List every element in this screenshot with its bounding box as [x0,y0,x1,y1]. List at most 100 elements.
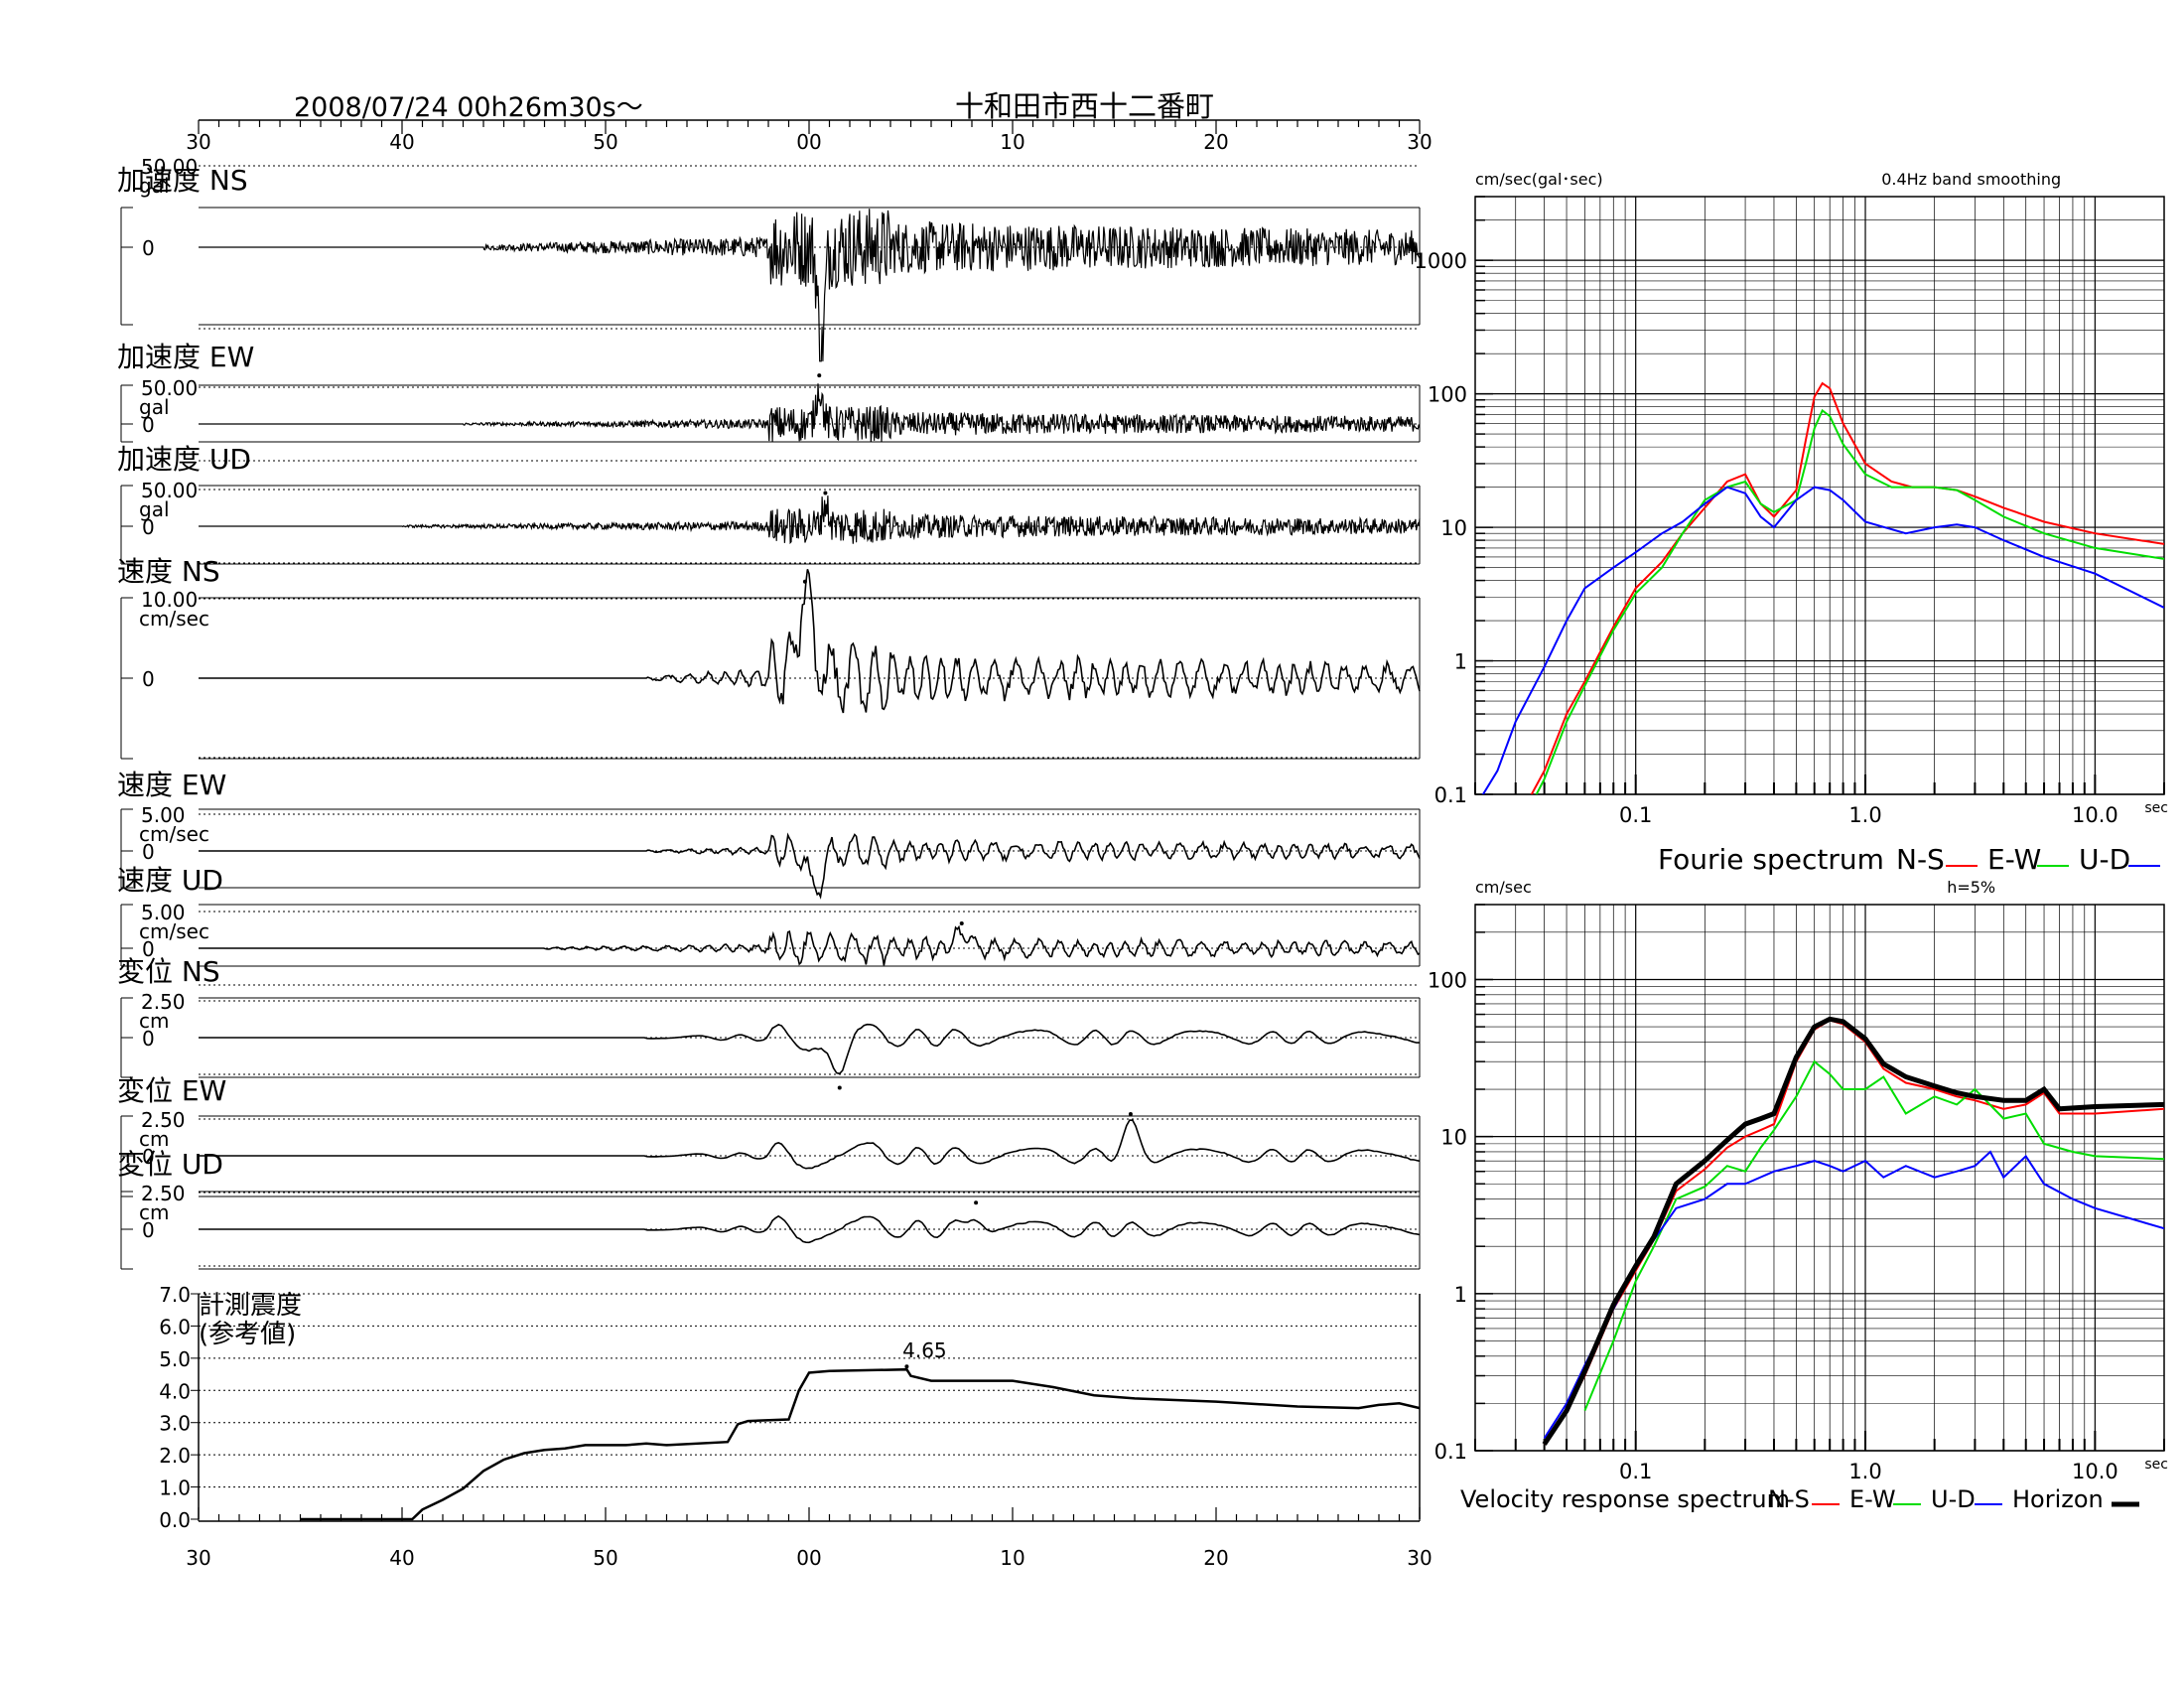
time-axis-bottom-tick-label: 30 [186,1546,210,1570]
seismic-intensity-panel: 7.0 6.0 5.0 4.0 3.0 2.0 1.0 0.0 計測震度(参考値) 4.65 [159,1283,1421,1532]
intensity-tick-label: 3.0 [159,1412,191,1436]
time-axis-bottom-tick-label: 20 [1203,1546,1228,1570]
intensity-line [300,1367,1421,1521]
intensity-tick-label: 1.0 [159,1477,191,1500]
spectrum-title: h=5% [1947,878,1995,897]
trace-zero-label: 0 [142,1027,155,1051]
intensity-peak-marker [904,1364,909,1369]
trace-label: 変位 EW [117,1074,226,1107]
trace-label: 速度 NS [117,555,220,588]
time-axis-bottom-tick-label: 40 [389,1546,414,1570]
spectrum-ytick-label: 10 [1440,516,1467,540]
station-name: 十和田市西十二番町 [955,89,1215,123]
trace-vel-ew: 速度 EW5.00cm/sec0 [117,769,1421,900]
spectrum-title: 0.4Hz band smoothing [1881,170,2061,189]
time-axis-bottom-tick-label: 00 [796,1546,821,1570]
legend-label: E-W [1849,1485,1896,1513]
waveform-panel: 30 40 50 00 10 20 3030 40 50 00 10 20 30加速度 NS50.00g… [117,119,1433,1570]
intensity-tick-label: 4.0 [159,1379,191,1403]
spectrum-xlabel: sec [2144,800,2168,816]
legend-label: Horizon [2012,1485,2104,1513]
trace-disp-ns: 変位 NS2.50cm0 [117,955,1421,1090]
intensity-label-note: (参考値) [199,1320,296,1349]
spectrum-ylabel: cm/sec [1475,878,1532,897]
trace-disp-ew: 変位 EW2.50cm0 [117,1074,1421,1197]
time-axis-top-tick-label: 20 [1203,130,1228,154]
waveform-line [199,1119,1421,1170]
intensity-peak-label: 4.65 [902,1338,947,1362]
time-axis-bottom-tick-label: 30 [1407,1546,1432,1570]
peak-marker [959,920,964,925]
legend-label: U-D [1931,1485,1976,1513]
fourier-spectrum-panel: 1000 100 10 1 0.1 0.1 1.0 10.0 sec cm/sec(gal･sec… [1415,170,2168,876]
trace-label: 加速度 UD [117,443,251,476]
waveform-line [199,569,1421,714]
spectrum-ytick-label: 1 [1454,1283,1467,1307]
spectrum-xtick-label: 10.0 [2072,1460,2118,1483]
series-ew-line [1535,408,2164,794]
time-axis-bottom-tick-label: 10 [1000,1546,1024,1570]
trace-vel-ud: 速度 UD5.00cm/sec0 [117,864,1421,986]
time-axis-top-tick-label: 00 [796,130,821,154]
intensity-label: 計測震度 [199,1291,302,1321]
spectrum-ytick-label: 1000 [1415,249,1467,273]
time-axis-bottom-tick-label: 50 [593,1546,617,1570]
spectrum-xtick-label: 0.1 [1619,803,1652,827]
intensity-tick-label: 5.0 [159,1347,191,1371]
seismic-figure: 30 40 50 00 10 20 3030 40 50 00 10 20 30加速度 NS50.00g… [117,119,2168,1570]
series-ns-line [1543,1019,2164,1446]
legend-label: E-W [1987,843,2041,876]
record-datetime: 2008/07/24 00h26m30s〜 [294,92,643,123]
legend-label: N-S [1896,843,1945,876]
trace-unit: gal [139,174,170,198]
waveform-line [199,1023,1420,1075]
spectrum-ylabel: cm/sec(gal･sec) [1475,170,1603,189]
spectrum-ytick-label: 0.1 [1434,1440,1467,1464]
trace-unit: cm/sec [139,607,209,631]
trace-zero-label: 0 [142,1218,155,1242]
time-axis-top-tick-label: 50 [593,130,617,154]
time-axis-top-tick-label: 10 [1000,130,1024,154]
series-ud-line [1543,1150,2164,1440]
peak-marker [974,1200,979,1205]
trace-zero-label: 0 [142,667,155,691]
trace-acc-ud: 加速度 UD50.00gal0 [117,443,1421,565]
trace-zero-label: 0 [142,515,155,539]
spectrum-ytick-label: 100 [1428,383,1467,407]
legend-caption: Velocity response spectrum [1460,1485,1790,1513]
trace-acc-ew: 加速度 EW50.00gal0 [117,341,1421,462]
peak-marker [802,579,807,584]
spectrum-ytick-label: 0.1 [1434,783,1467,807]
time-axis-top-tick-label: 30 [186,130,210,154]
peak-marker [817,373,822,378]
intensity-tick-label: 7.0 [159,1283,191,1307]
trace-label: 変位 UD [117,1148,223,1181]
waveform-line [199,383,1421,443]
waveform-line [199,495,1421,545]
legend-label: U-D [2079,843,2130,876]
trace-acc-ns: 加速度 NS50.00gal0 [117,155,1421,362]
trace-label: 速度 UD [117,864,223,897]
intensity-tick-label: 0.0 [159,1508,191,1532]
spectrum-ytick-label: 10 [1440,1126,1467,1150]
time-axis-top-tick-label: 30 [1407,130,1432,154]
series-ud-line [1481,486,2164,794]
trace-vel-ns: 速度 NS10.00cm/sec0 [117,555,1421,760]
trace-label: 加速度 EW [117,341,254,373]
spectrum-xtick-label: 1.0 [1848,803,1881,827]
spectrum-ytick-label: 100 [1428,968,1467,992]
trace-zero-label: 0 [142,413,155,437]
series-horizon-line [1542,1016,2164,1446]
series-ns-line [1530,381,2164,794]
trace-zero-label: 0 [142,840,155,864]
spectrum-xtick-label: 10.0 [2072,803,2118,827]
time-axis-top-tick-label: 40 [389,130,414,154]
trace-zero-label: 0 [142,236,155,260]
spectrum-frame [1474,196,2165,795]
legend-label: N-S [1768,1485,1810,1513]
spectrum-xtick-label: 0.1 [1619,1460,1652,1483]
peak-marker [837,1085,842,1090]
peak-marker [823,491,828,495]
waveform-line [199,209,1421,362]
peak-marker [1128,1111,1133,1116]
